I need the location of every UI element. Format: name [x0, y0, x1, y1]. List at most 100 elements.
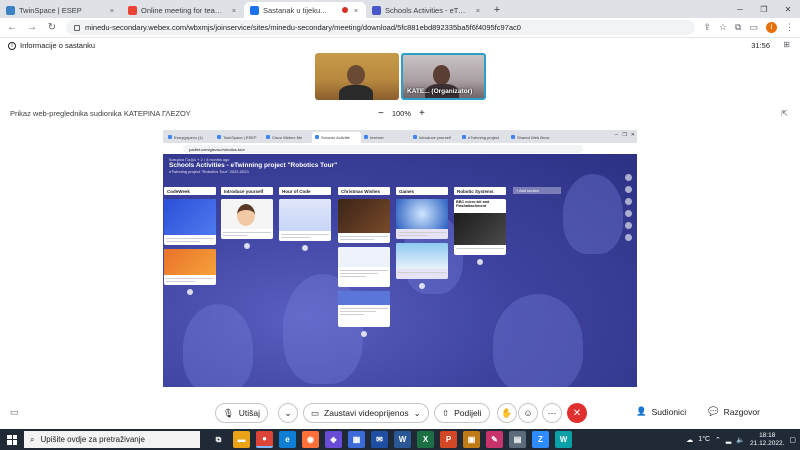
paint-taskbar-icon[interactable]: ✎	[486, 431, 503, 448]
zoom-taskbar-icon[interactable]: Z	[532, 431, 549, 448]
padlet-column-robotic: Robotic Systems BBC micro:bit and Flasha…	[454, 187, 506, 265]
notifications-icon[interactable]: ▢	[789, 436, 796, 444]
pin-icon[interactable]: ⇱	[781, 109, 788, 118]
organizer-video-tile[interactable]: KATE... (Organizator)	[401, 53, 486, 100]
taskbar-search[interactable]: ⌕ Upišite ovdje za pretraživanje	[24, 431, 200, 448]
hand-icon: ✋	[501, 407, 513, 418]
store-taskbar-icon[interactable]: ▦	[348, 431, 365, 448]
firefox-taskbar-icon[interactable]: ◉	[302, 431, 319, 448]
task-view-taskbar-icon[interactable]: ⧉	[210, 431, 227, 448]
stop-video-label: Zaustavi videoprijenos	[324, 408, 409, 418]
shared-screen: Εισερχόμενα (1) TwinSpace | ESEP Cisco W…	[163, 130, 637, 387]
tab-webex-meeting[interactable]: Sastanak u tijeku... ×	[244, 2, 366, 18]
start-button[interactable]	[0, 429, 24, 450]
chrome-taskbar-icon[interactable]: ●	[256, 431, 273, 448]
zoom-out-button[interactable]: −	[378, 108, 384, 118]
close-window-icon[interactable]: ✕	[776, 5, 800, 14]
address-bar[interactable]: minedu-secondary.webex.com/wbxmjs/joinse…	[66, 20, 696, 35]
shared-tab: Introduce yourself	[410, 132, 459, 143]
powerpoint-taskbar-icon[interactable]: P	[440, 431, 457, 448]
leave-meeting-button[interactable]: ✕	[567, 403, 587, 423]
maximize-icon[interactable]: ❐	[752, 5, 776, 14]
tab-label: Sastanak u tijeku...	[263, 5, 327, 15]
chat-label: Razgovor	[723, 406, 760, 417]
layout-icon[interactable]: ⊞	[783, 40, 790, 49]
padlet-card	[396, 199, 448, 239]
info-icon: i	[8, 41, 16, 50]
mute-label: Utišaj	[238, 408, 261, 418]
sidebar-icon[interactable]: ▭	[749, 22, 758, 33]
card-heading: BBC micro:bit and Flashattachment	[456, 200, 490, 208]
shared-tab: Ιστότοπ	[361, 132, 410, 143]
excel-taskbar-icon[interactable]: X	[417, 431, 434, 448]
media-taskbar-icon[interactable]: ▤	[509, 431, 526, 448]
minimize-icon[interactable]: ─	[728, 5, 752, 14]
clock-time: 18:18	[759, 431, 776, 439]
close-icon[interactable]: ×	[230, 6, 238, 15]
zoom-in-button[interactable]: +	[419, 108, 425, 118]
meeting-info[interactable]: i Informacije o sastanku	[8, 41, 95, 50]
network-icon[interactable]: ▂	[726, 436, 731, 444]
photos-taskbar-icon[interactable]: ▣	[463, 431, 480, 448]
share-icon[interactable]: ⇪	[703, 22, 711, 33]
close-icon[interactable]: ×	[352, 6, 360, 15]
audio-options-button[interactable]: ⌄	[278, 403, 298, 423]
participant-video-tile[interactable]	[315, 53, 399, 100]
drop-taskbar-icon[interactable]: ◆	[325, 431, 342, 448]
bookmark-star-icon[interactable]: ☆	[719, 22, 727, 33]
add-post-icon	[244, 243, 250, 249]
smile-icon: ☺	[523, 408, 533, 418]
close-icon[interactable]: ×	[108, 6, 116, 15]
stop-video-button[interactable]: ▭ Zaustavi videoprijenos ⌄	[303, 403, 429, 423]
padlet-card	[221, 199, 273, 239]
shared-tab-strip: Εισερχόμενα (1) TwinSpace | ESEP Cisco W…	[163, 130, 637, 143]
toolbar-icons: ⇪ ☆ ⧉ ▭ I ⋮	[703, 22, 794, 33]
extensions-icon[interactable]: ⧉	[735, 22, 741, 33]
participants-button[interactable]: 👤 Sudionici	[636, 406, 686, 417]
back-icon[interactable]: ←	[6, 22, 18, 33]
new-tab-button[interactable]: +	[488, 2, 506, 18]
shared-tab: Cisco Webex Me	[263, 132, 312, 143]
shared-url: padlet.com/glezou/robotics-tour	[183, 144, 583, 153]
more-options-button[interactable]: ⋯	[542, 403, 562, 423]
padlet-card	[338, 247, 390, 287]
reload-icon[interactable]: ↻	[46, 22, 58, 33]
weather-icon: ☁	[686, 436, 694, 444]
mail-taskbar-icon[interactable]: ✉	[371, 431, 388, 448]
meeting-timer: 31:56	[751, 41, 770, 50]
tab-label: TwinSpace | ESEP	[19, 5, 82, 15]
close-icon[interactable]: ×	[474, 6, 482, 15]
emoji-button[interactable]: ☺	[518, 403, 538, 423]
shared-tab: Shared Web Brow	[508, 132, 557, 143]
meeting-info-label: Informacije o sastanku	[20, 41, 96, 50]
tab-gmail[interactable]: Online meeting for teachers tod ×	[122, 2, 244, 18]
clock[interactable]: 18:18 21.12.2022.	[750, 432, 784, 448]
padlet-card	[396, 243, 448, 279]
mute-button[interactable]: 🎙 Utišaj	[215, 403, 269, 423]
microphone-icon: 🎙	[223, 407, 234, 418]
participant-silhouette	[433, 65, 450, 85]
share-label: Podijeli	[454, 408, 482, 418]
system-tray: ☁ 1°C ⌃ ▂ 🔈 18:18 21.12.2022. ▢	[686, 429, 796, 450]
column-title: CodeWeek	[164, 187, 216, 195]
share-caption: Prikaz web-preglednika sudionika ΚΑΤΕΡΙΝ…	[10, 109, 191, 118]
reactions-hand-button[interactable]: ✋	[497, 403, 517, 423]
add-post-icon	[419, 283, 425, 289]
menu-icon[interactable]: ⋮	[785, 22, 794, 33]
forward-icon[interactable]: →	[26, 22, 38, 33]
padlet-crumb: Κατερίνα Γλεζού + 2 • 5 months ago	[169, 158, 230, 162]
webex-taskbar-icon[interactable]: W	[555, 431, 572, 448]
share-button[interactable]: ⇧ Podijeli	[434, 403, 490, 423]
file-explorer-taskbar-icon[interactable]: ▬	[233, 431, 250, 448]
chat-button[interactable]: 💬 Razgovor	[708, 406, 760, 417]
tab-padlet[interactable]: Schools Activities - eTwinning pr ×	[366, 2, 488, 18]
word-taskbar-icon[interactable]: W	[394, 431, 411, 448]
edge-taskbar-icon[interactable]: e	[279, 431, 296, 448]
tab-twinspace[interactable]: TwinSpace | ESEP ×	[0, 2, 122, 18]
tray-chevron-icon[interactable]: ⌃	[715, 436, 721, 444]
add-post-icon	[187, 289, 193, 295]
column-title: Introduce yourself	[221, 187, 273, 195]
padlet-subtitle: eTwinning project "Robotics Tour" 2022-2…	[169, 169, 249, 174]
profile-avatar[interactable]: I	[766, 22, 777, 33]
volume-icon[interactable]: 🔈	[736, 436, 745, 444]
